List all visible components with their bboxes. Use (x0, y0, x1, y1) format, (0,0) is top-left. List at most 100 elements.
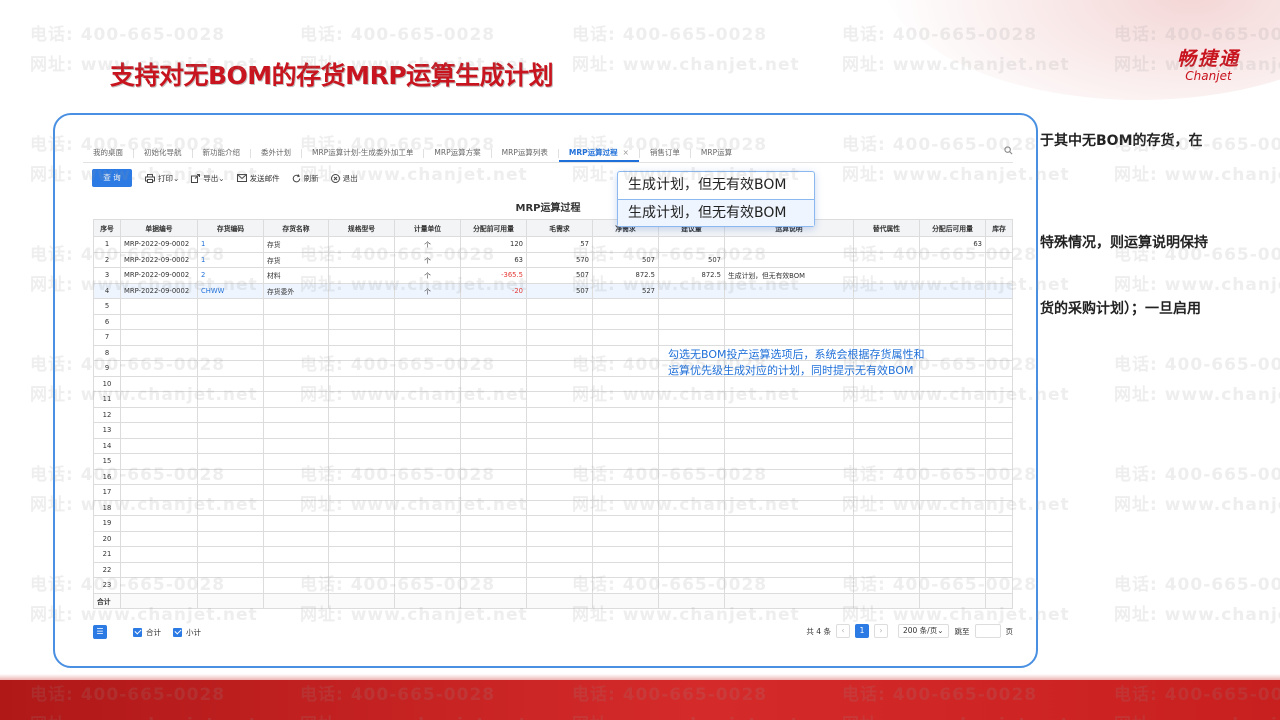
cell-empty (394, 592, 461, 609)
tab-mrp-list[interactable]: MRP运算列表 (492, 144, 558, 162)
table-row[interactable]: 18 (93, 499, 1013, 516)
cell-empty (328, 406, 395, 423)
cell-empty (985, 422, 1013, 439)
query-button[interactable]: 查 询 (92, 169, 132, 187)
table-row[interactable]: 19 (93, 515, 1013, 532)
table-row[interactable]: 11 (93, 391, 1013, 408)
export-button[interactable]: 导出 ⌄ (191, 173, 225, 184)
cell-empty (592, 344, 659, 361)
cell-empty (724, 437, 854, 454)
pagination: 共 4 条 ‹ 1 › 200 条/页⌄ 跳至 页 (806, 624, 1013, 638)
table-row[interactable]: 21 (93, 546, 1013, 563)
table-row[interactable]: 23 (93, 577, 1013, 594)
next-page-button[interactable]: › (873, 624, 888, 638)
cell-empty (197, 313, 264, 330)
cell-empty (724, 406, 854, 423)
column-header[interactable]: 替代属性 (853, 219, 920, 237)
tab-mrp-plan-generate[interactable]: MRP运算计划-生成委外加工单 (302, 144, 423, 162)
cell-empty (460, 375, 527, 392)
cell-no: 12 (93, 406, 121, 423)
slide-title: 支持对无BOM的存货MRP运算生成计划 (110, 61, 554, 90)
cell-before: 63 (460, 251, 527, 268)
column-header[interactable]: 单据编号 (120, 219, 198, 237)
footer-band (0, 674, 1280, 720)
jump-page-input[interactable] (974, 624, 1001, 638)
cell-code: 2 (197, 267, 264, 284)
cell-alt (853, 267, 920, 284)
prev-page-button[interactable]: ‹ (835, 624, 850, 638)
tab-mrp-scheme[interactable]: MRP运算方案 (424, 144, 490, 162)
table-row[interactable]: 22 (93, 561, 1013, 578)
cell-empty (197, 468, 264, 485)
tab-mrp-process[interactable]: MRP运算过程 × (558, 144, 639, 162)
table-row[interactable]: 17 (93, 484, 1013, 501)
cell-empty (120, 577, 198, 594)
send-email-button[interactable]: 发送邮件 (236, 173, 280, 184)
cell-empty (658, 468, 725, 485)
column-header[interactable]: 规格型号 (328, 219, 395, 237)
exit-button[interactable]: 退出 (330, 173, 358, 184)
table-row[interactable]: 13 (93, 422, 1013, 439)
tab-outsourcing-plan[interactable]: 委外计划 (251, 144, 301, 162)
chevron-down-icon: ⌄ (218, 173, 225, 183)
watermark-site: 网址: www.chanjet.net (1114, 605, 1280, 625)
cell-empty (526, 468, 593, 485)
tab-mrp-run[interactable]: MRP运算 (691, 144, 742, 162)
column-header[interactable]: 分配后可用量 (919, 219, 986, 237)
search-icon[interactable] (1004, 146, 1013, 158)
refresh-button[interactable]: 刷新 (292, 173, 319, 184)
column-header[interactable]: 毛需求 (526, 219, 593, 237)
column-header[interactable]: 分配前可用量 (460, 219, 527, 237)
watermark-phone: 电话: 400-665-0028 (1114, 465, 1280, 485)
cell-empty (919, 530, 986, 547)
table-row[interactable]: 12 (93, 406, 1013, 423)
cell-unit: 个 (394, 236, 461, 253)
logo-cn: 畅捷通 (1176, 48, 1240, 70)
table-row[interactable]: 14 (93, 437, 1013, 454)
column-header[interactable]: 库存 (985, 219, 1013, 237)
tab-sales-order[interactable]: 销售订单 (640, 144, 690, 162)
cell-no: 17 (93, 484, 121, 501)
cell-empty (328, 546, 395, 563)
cell-empty (460, 546, 527, 563)
watermark-site: 网址: www.chanjet.net (1114, 495, 1280, 515)
cell-empty (724, 561, 854, 578)
table-row[interactable]: 2 MRP-2022-09-0002 1 存货个 63 570 507 507 (93, 251, 1013, 268)
table-row[interactable]: 1 MRP-2022-09-0002 1 存货个 120 57 63 (93, 236, 1013, 253)
column-header[interactable]: 序号 (93, 219, 121, 237)
column-header[interactable]: 存货名称 (263, 219, 329, 237)
column-header[interactable]: 计量单位 (394, 219, 461, 237)
cell-after (919, 267, 986, 284)
cell-empty (460, 437, 527, 454)
cell-empty (460, 499, 527, 516)
cell-empty (526, 530, 593, 547)
table-row[interactable]: 3 MRP-2022-09-0002 2 材料个 -365.5 507 872.5 872.5… (93, 267, 1013, 284)
subtotal-checkbox[interactable]: 小计 (173, 627, 201, 638)
total-checkbox[interactable]: 合计 (133, 627, 161, 638)
cell-after (919, 282, 986, 299)
table-row[interactable]: 7 (93, 329, 1013, 346)
tab-desktop[interactable]: 我的桌面 (83, 144, 133, 162)
cell-empty (724, 468, 854, 485)
table-row[interactable]: 5 (93, 298, 1013, 315)
page-size-select[interactable]: 200 条/页⌄ (897, 624, 949, 638)
table-row[interactable]: 20 (93, 530, 1013, 547)
table-row[interactable]: 15 (93, 453, 1013, 470)
note-line-1: 勾选无BOM投产运算选项后，系统会根据存货属性和 (668, 348, 925, 361)
column-settings-icon[interactable]: ☰ (93, 625, 107, 639)
cell-empty (263, 592, 329, 609)
cell-empty (985, 546, 1013, 563)
cell-unit: 个 (394, 267, 461, 284)
cell-empty (263, 437, 329, 454)
current-page-button[interactable]: 1 (854, 624, 869, 638)
column-header[interactable]: 存货编码 (197, 219, 264, 237)
table-row[interactable]: 4 MRP-2022-09-0002 CHWW 存货委外 个 -20 507 527 (93, 282, 1013, 299)
print-button[interactable]: 打印 ⌄ (145, 173, 179, 184)
tab-new-features[interactable]: 新功能介绍 (193, 144, 251, 162)
tab-init-nav[interactable]: 初始化导航 (134, 144, 192, 162)
close-icon[interactable]: × (623, 148, 629, 157)
table-row[interactable]: 6 (93, 313, 1013, 330)
cell-empty (328, 391, 395, 408)
table-row[interactable]: 16 (93, 468, 1013, 485)
subtotal-checkbox-label: 小计 (186, 627, 201, 637)
